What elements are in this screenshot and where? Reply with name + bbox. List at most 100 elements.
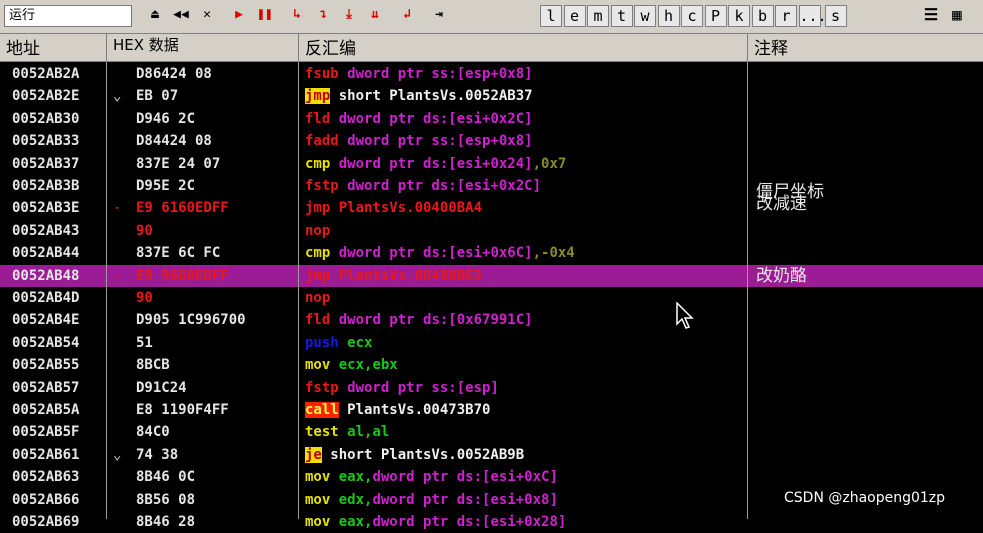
disassembly-row[interactable]: 0052AB2A D86424 08 fsub dword ptr ss:[esp+…: [0, 63, 983, 85]
disassembly-row[interactable]: 0052AB33 D84424 08 fadd dword ptr ss:[esp+…: [0, 130, 983, 152]
disassembly-row[interactable]: 0052AB48 - E9 9660EDFF jmp PlantsVs.00400BE…: [0, 264, 983, 287]
disassembly-row[interactable]: 0052AB4D 90 nop: [0, 287, 983, 309]
row-hex: 90: [136, 222, 153, 239]
asm-token: mov: [305, 514, 331, 530]
row-hex: 8B46 28: [136, 514, 196, 530]
asm-token: fld: [305, 312, 331, 329]
mouse-cursor-icon: [676, 302, 694, 329]
options-icon[interactable]: ▦: [946, 5, 968, 27]
toolbar-window-button-1[interactable]: e: [563, 5, 586, 27]
disassembly-row[interactable]: 0052AB3E - E9 6160EDFF jmp PlantsVs.00400BA…: [0, 194, 983, 219]
trace-over-icon[interactable]: ⇊: [364, 5, 386, 27]
asm-token: nop: [305, 222, 331, 239]
asm-token: eax,: [330, 514, 373, 530]
toolbar-window-button-8[interactable]: k: [728, 5, 750, 27]
goto-icon[interactable]: ⇥: [428, 5, 450, 27]
row-hex: D905 1C996700: [136, 312, 246, 329]
disassembly-row[interactable]: 0052AB3B D95E 2C fstp dword ptr ds:[esi+0x…: [0, 175, 983, 202]
row-disassembly: push ecx: [305, 332, 372, 354]
row-comment: 改奶酪: [756, 265, 807, 286]
disassembly-row[interactable]: 0052AB54 51 push ecx: [0, 332, 983, 354]
disassembly-row[interactable]: 0052AB37 837E 24 07 cmp dword ptr ds:[esi+…: [0, 153, 983, 175]
toolbar-window-button-6[interactable]: c: [681, 5, 703, 27]
row-hex: 8B46 0C: [136, 469, 196, 486]
disassembly-row[interactable]: 0052AB55 8BCB mov ecx,ebx: [0, 354, 983, 376]
row-hex: D84424 08: [136, 133, 212, 150]
disassembly-row[interactable]: 0052AB44 837E 6C FC cmp dword ptr ds:[esi+…: [0, 242, 983, 264]
watermark: CSDN @zhaopeng01zp: [784, 490, 946, 506]
row-hex: E9 6160EDFF: [136, 200, 229, 217]
row-jump-marker: -: [113, 267, 122, 284]
row-address: 0052AB55: [12, 357, 80, 374]
disassembly-grid[interactable]: 0052AB2A D86424 08 fsub dword ptr ss:[esp+…: [0, 62, 983, 530]
toolbar-window-button-10[interactable]: r: [775, 5, 797, 27]
disassembly-row[interactable]: 0052AB5F 84C0 test al,al: [0, 421, 983, 443]
row-jump-marker: ⌄: [113, 88, 122, 105]
toolbar: 运行 ⏏ ◀◀ ✕ ▶ ❚❚ ↳ ↴ ⤓ ⇊ ↲ ⇥ l e m t w h c Pk b r... s ☰ ▦: [0, 0, 983, 34]
asm-token: edx,: [330, 491, 373, 508]
step-over-icon[interactable]: ↴: [312, 5, 334, 27]
header-hex[interactable]: HEX 数据: [107, 34, 299, 61]
row-hex: D91C24: [136, 379, 187, 396]
column-divider: [298, 62, 299, 519]
asm-token: fadd: [305, 133, 339, 150]
disassembly-row[interactable]: 0052AB43 90 nop: [0, 220, 983, 242]
row-hex: E8 1190F4FF: [136, 402, 229, 418]
asm-token: nop: [305, 290, 331, 306]
row-disassembly: mov ecx,ebx: [305, 354, 398, 376]
toolbar-window-button-9[interactable]: b: [751, 5, 774, 27]
run-icon[interactable]: ▶: [228, 5, 250, 27]
row-disassembly: mov eax,dword ptr ds:[esi+0x28]: [305, 511, 566, 533]
disassembly-row[interactable]: 0052AB57 D91C24 fstp dword ptr ss:[esp]: [0, 377, 983, 399]
header-comment[interactable]: 注释: [748, 34, 983, 61]
disassembly-row[interactable]: 0052AB30 D946 2C fld dword ptr ds:[esi+0x2…: [0, 108, 983, 130]
row-jump-marker: -: [113, 200, 122, 217]
asm-token: cmp: [305, 245, 331, 262]
row-address: 0052AB33: [12, 133, 80, 150]
toolbar-window-button-3[interactable]: t: [610, 5, 633, 27]
row-disassembly: jmp short PlantsVs.0052AB37: [305, 85, 533, 107]
disassembly-row[interactable]: 0052AB4E D905 1C996700 fld dword ptr ds:[0…: [0, 309, 983, 331]
step-into-icon[interactable]: ↳: [286, 5, 308, 27]
list-icon[interactable]: ☰: [920, 5, 942, 27]
toolbar-window-button-4[interactable]: w: [634, 5, 656, 27]
asm-token: ,0x7: [532, 155, 567, 172]
disassembly-row[interactable]: 0052AB61 ⌄ 74 38 je short PlantsVs.0052AB9B: [0, 444, 983, 466]
asm-token: dword ptr ds:[0x67991C]: [330, 312, 533, 329]
disassembly-row[interactable]: 0052AB2E ⌄ EB 07 jmp short PlantsVs.0052AB3…: [0, 85, 983, 107]
row-hex: D946 2C: [136, 110, 196, 127]
execute-till-return-icon[interactable]: ↲: [396, 5, 418, 27]
header-address[interactable]: 地址: [0, 34, 107, 61]
row-disassembly: mov eax,dword ptr ds:[esi+0xC]: [305, 466, 558, 488]
row-hex: 837E 24 07: [136, 155, 221, 172]
row-disassembly: cmp dword ptr ds:[esi+0x6C],-0x4: [305, 242, 575, 264]
disassembly-row[interactable]: 0052AB63 8B46 0C mov eax,dword ptr ds:[esi…: [0, 466, 983, 488]
pause-icon[interactable]: ❚❚: [254, 5, 276, 27]
toolbar-window-button-2[interactable]: m: [587, 5, 609, 27]
trace-into-icon[interactable]: ⤓: [338, 5, 360, 27]
row-hex: EB 07: [136, 88, 179, 105]
toolbar-window-button-12[interactable]: s: [824, 5, 847, 27]
toolbar-window-button-0[interactable]: l: [540, 5, 562, 27]
row-hex: 8B56 08: [136, 491, 196, 508]
row-disassembly: jmp PlantsVs.00400BE3: [305, 265, 482, 287]
rewind-icon[interactable]: ◀◀: [170, 5, 192, 27]
header-disassembly[interactable]: 反汇编: [299, 34, 748, 61]
row-comment: 改减速: [756, 194, 807, 215]
row-disassembly: fadd dword ptr ss:[esp+0x8]: [305, 130, 533, 152]
row-address: 0052AB63: [12, 469, 80, 486]
row-disassembly: nop: [305, 220, 330, 242]
disassembly-row[interactable]: 0052AB5A E8 1190F4FF call PlantsVs.00473B7…: [0, 399, 983, 421]
toolbar-window-button-7[interactable]: P: [704, 5, 727, 27]
row-hex: 51: [136, 334, 153, 351]
asm-token: dword ptr ds:[esi+0x24]: [330, 155, 533, 172]
toolbar-window-button-5[interactable]: h: [657, 5, 680, 27]
close-icon[interactable]: ✕: [196, 5, 218, 27]
row-address: 0052AB44: [12, 245, 80, 262]
row-disassembly: fsub dword ptr ss:[esp+0x8]: [305, 63, 533, 85]
row-disassembly: fstp dword ptr ds:[esi+0x2C]: [305, 175, 541, 197]
open-icon[interactable]: ⏏: [144, 5, 166, 27]
row-disassembly: fld dword ptr ds:[0x67991C]: [305, 309, 533, 331]
disassembly-row[interactable]: 0052AB69 8B46 28 mov eax,dword ptr ds:[esi…: [0, 511, 983, 533]
toolbar-window-button-11[interactable]: ...: [798, 5, 827, 27]
